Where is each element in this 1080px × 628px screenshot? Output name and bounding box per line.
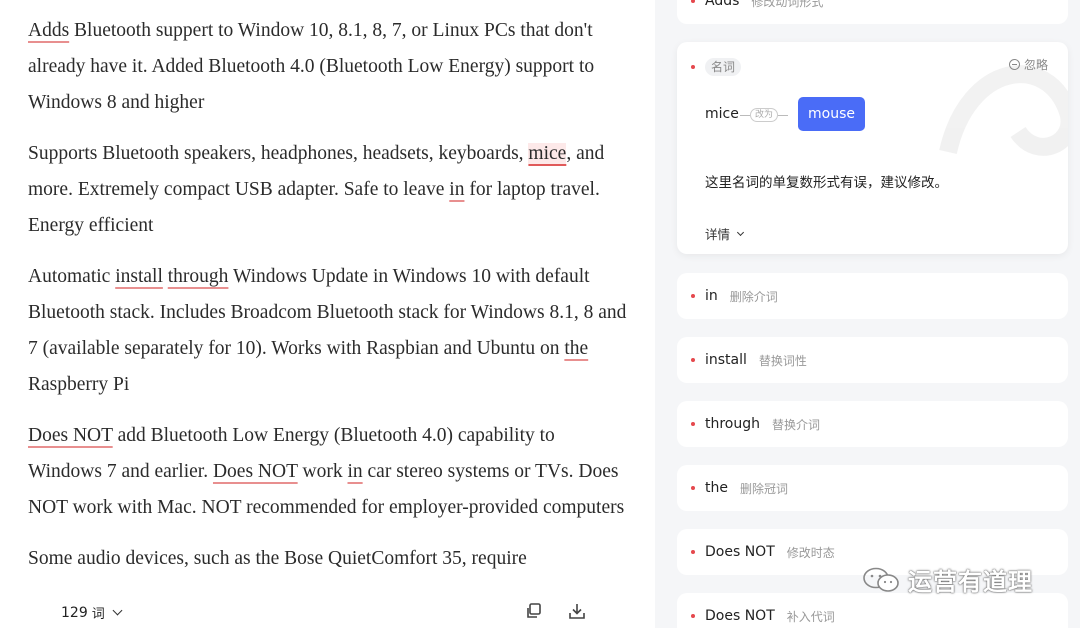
- suggestion-description: 这里名词的单复数形式有误，建议修改。: [705, 175, 948, 191]
- suggestion-card[interactable]: through 替换介词: [677, 401, 1068, 447]
- wechat-icon: [863, 567, 899, 592]
- suggestion-card[interactable]: Adds 修改动词形式: [677, 0, 1068, 24]
- document-paragraph[interactable]: Automatic install through Windows Update…: [28, 259, 628, 403]
- suggestion-card[interactable]: Does NOT 补入代词: [677, 593, 1068, 628]
- flagged-word[interactable]: Does NOT: [28, 425, 113, 446]
- suggestion-hint: 删除冠词: [739, 481, 788, 496]
- ignore-button[interactable]: 忽略: [1008, 56, 1048, 73]
- document-paragraph[interactable]: Supports Bluetooth speakers, headphones,…: [28, 136, 628, 244]
- flagged-word[interactable]: install: [115, 266, 163, 287]
- download-icon[interactable]: [568, 602, 586, 620]
- chevron-down-icon: [736, 228, 745, 236]
- suggestion-word: Adds: [705, 0, 740, 9]
- suggestion-card[interactable]: the 删除冠词: [677, 465, 1068, 511]
- error-dot: [691, 358, 695, 362]
- suggestion-hint: 修改时态: [786, 545, 835, 560]
- document-body[interactable]: Adds Bluetooth suppert to Window 10, 8.1…: [28, 13, 628, 592]
- details-label: 详情: [705, 227, 731, 242]
- suggestions-panel: Adds 修改动词形式 名词 忽略 mice 改为 mouse 这里名词的单复数…: [655, 0, 1080, 628]
- text-run: Bluetooth suppert to Window 10, 8.1, 8, …: [28, 20, 595, 113]
- error-dot: [691, 550, 695, 554]
- change-arrow-label: 改为: [750, 108, 779, 122]
- flagged-word[interactable]: through: [168, 266, 229, 287]
- minus-circle-icon: [1008, 59, 1020, 70]
- error-dot: [691, 294, 695, 298]
- suggestion-word: the: [705, 480, 728, 496]
- active-suggestion-card[interactable]: 名词 忽略 mice 改为 mouse 这里名词的单复数形式有误，建议修改。 详…: [677, 42, 1068, 254]
- word-count-unit: 词: [91, 607, 105, 622]
- suggestion-hint: 补入代词: [786, 609, 835, 624]
- error-dot: [691, 486, 695, 490]
- document-paragraph[interactable]: Some audio devices, such as the Bose Qui…: [28, 541, 628, 577]
- text-run: Some audio devices, such as the Bose Qui…: [28, 548, 527, 569]
- document-editor[interactable]: Adds Bluetooth suppert to Window 10, 8.1…: [0, 0, 655, 628]
- suggestion-word: Does NOT: [705, 544, 775, 560]
- suggestion-card[interactable]: in 删除介词: [677, 273, 1068, 319]
- flagged-word[interactable]: in: [347, 461, 362, 482]
- original-word: mice: [705, 106, 739, 122]
- watermark-text: 运营有道理: [908, 568, 1033, 596]
- flagged-word[interactable]: Adds: [28, 20, 69, 41]
- document-paragraph[interactable]: Adds Bluetooth suppert to Window 10, 8.1…: [28, 13, 628, 121]
- details-toggle[interactable]: 详情: [705, 224, 745, 243]
- ignore-label: 忽略: [1023, 58, 1048, 72]
- suggestion-hint: 修改动词形式: [751, 0, 824, 9]
- flagged-word[interactable]: in: [449, 179, 464, 200]
- flagged-word[interactable]: the: [564, 338, 588, 359]
- suggestion-word: install: [705, 352, 747, 368]
- flagged-word-active[interactable]: mice: [528, 143, 567, 164]
- error-dot: [691, 65, 695, 69]
- copy-icon[interactable]: [525, 602, 543, 620]
- editor-footer: 129 词: [0, 596, 655, 628]
- suggestion-hint: 替换介词: [772, 417, 821, 432]
- error-dot: [691, 0, 695, 3]
- suggestion-word: Does NOT: [705, 608, 775, 624]
- suggestion-word: through: [705, 416, 761, 432]
- category-tag: 名词: [705, 58, 742, 76]
- suggestion-hint: 替换词性: [758, 353, 807, 368]
- accept-replacement-button[interactable]: mouse: [798, 97, 865, 131]
- document-paragraph[interactable]: Does NOT add Bluetooth Low Energy (Bluet…: [28, 418, 628, 526]
- text-run: Supports Bluetooth speakers, headphones,…: [28, 143, 529, 164]
- text-run: work: [297, 461, 348, 482]
- error-dot: [691, 422, 695, 426]
- change-arrow: 改为: [740, 108, 789, 122]
- word-count-value: 129: [61, 604, 88, 621]
- error-dot: [691, 614, 695, 618]
- text-run: Automatic: [28, 266, 116, 287]
- suggestion-card[interactable]: install 替换词性: [677, 337, 1068, 383]
- chevron-down-icon: [112, 605, 123, 616]
- suggestion-hint: 删除介词: [729, 289, 778, 304]
- text-run: Raspberry Pi: [28, 374, 130, 395]
- flagged-word[interactable]: Does NOT: [213, 461, 298, 482]
- word-count-button[interactable]: 129 词: [61, 603, 123, 622]
- suggestion-word: in: [705, 288, 718, 304]
- watermark: 运营有道理: [862, 562, 1033, 597]
